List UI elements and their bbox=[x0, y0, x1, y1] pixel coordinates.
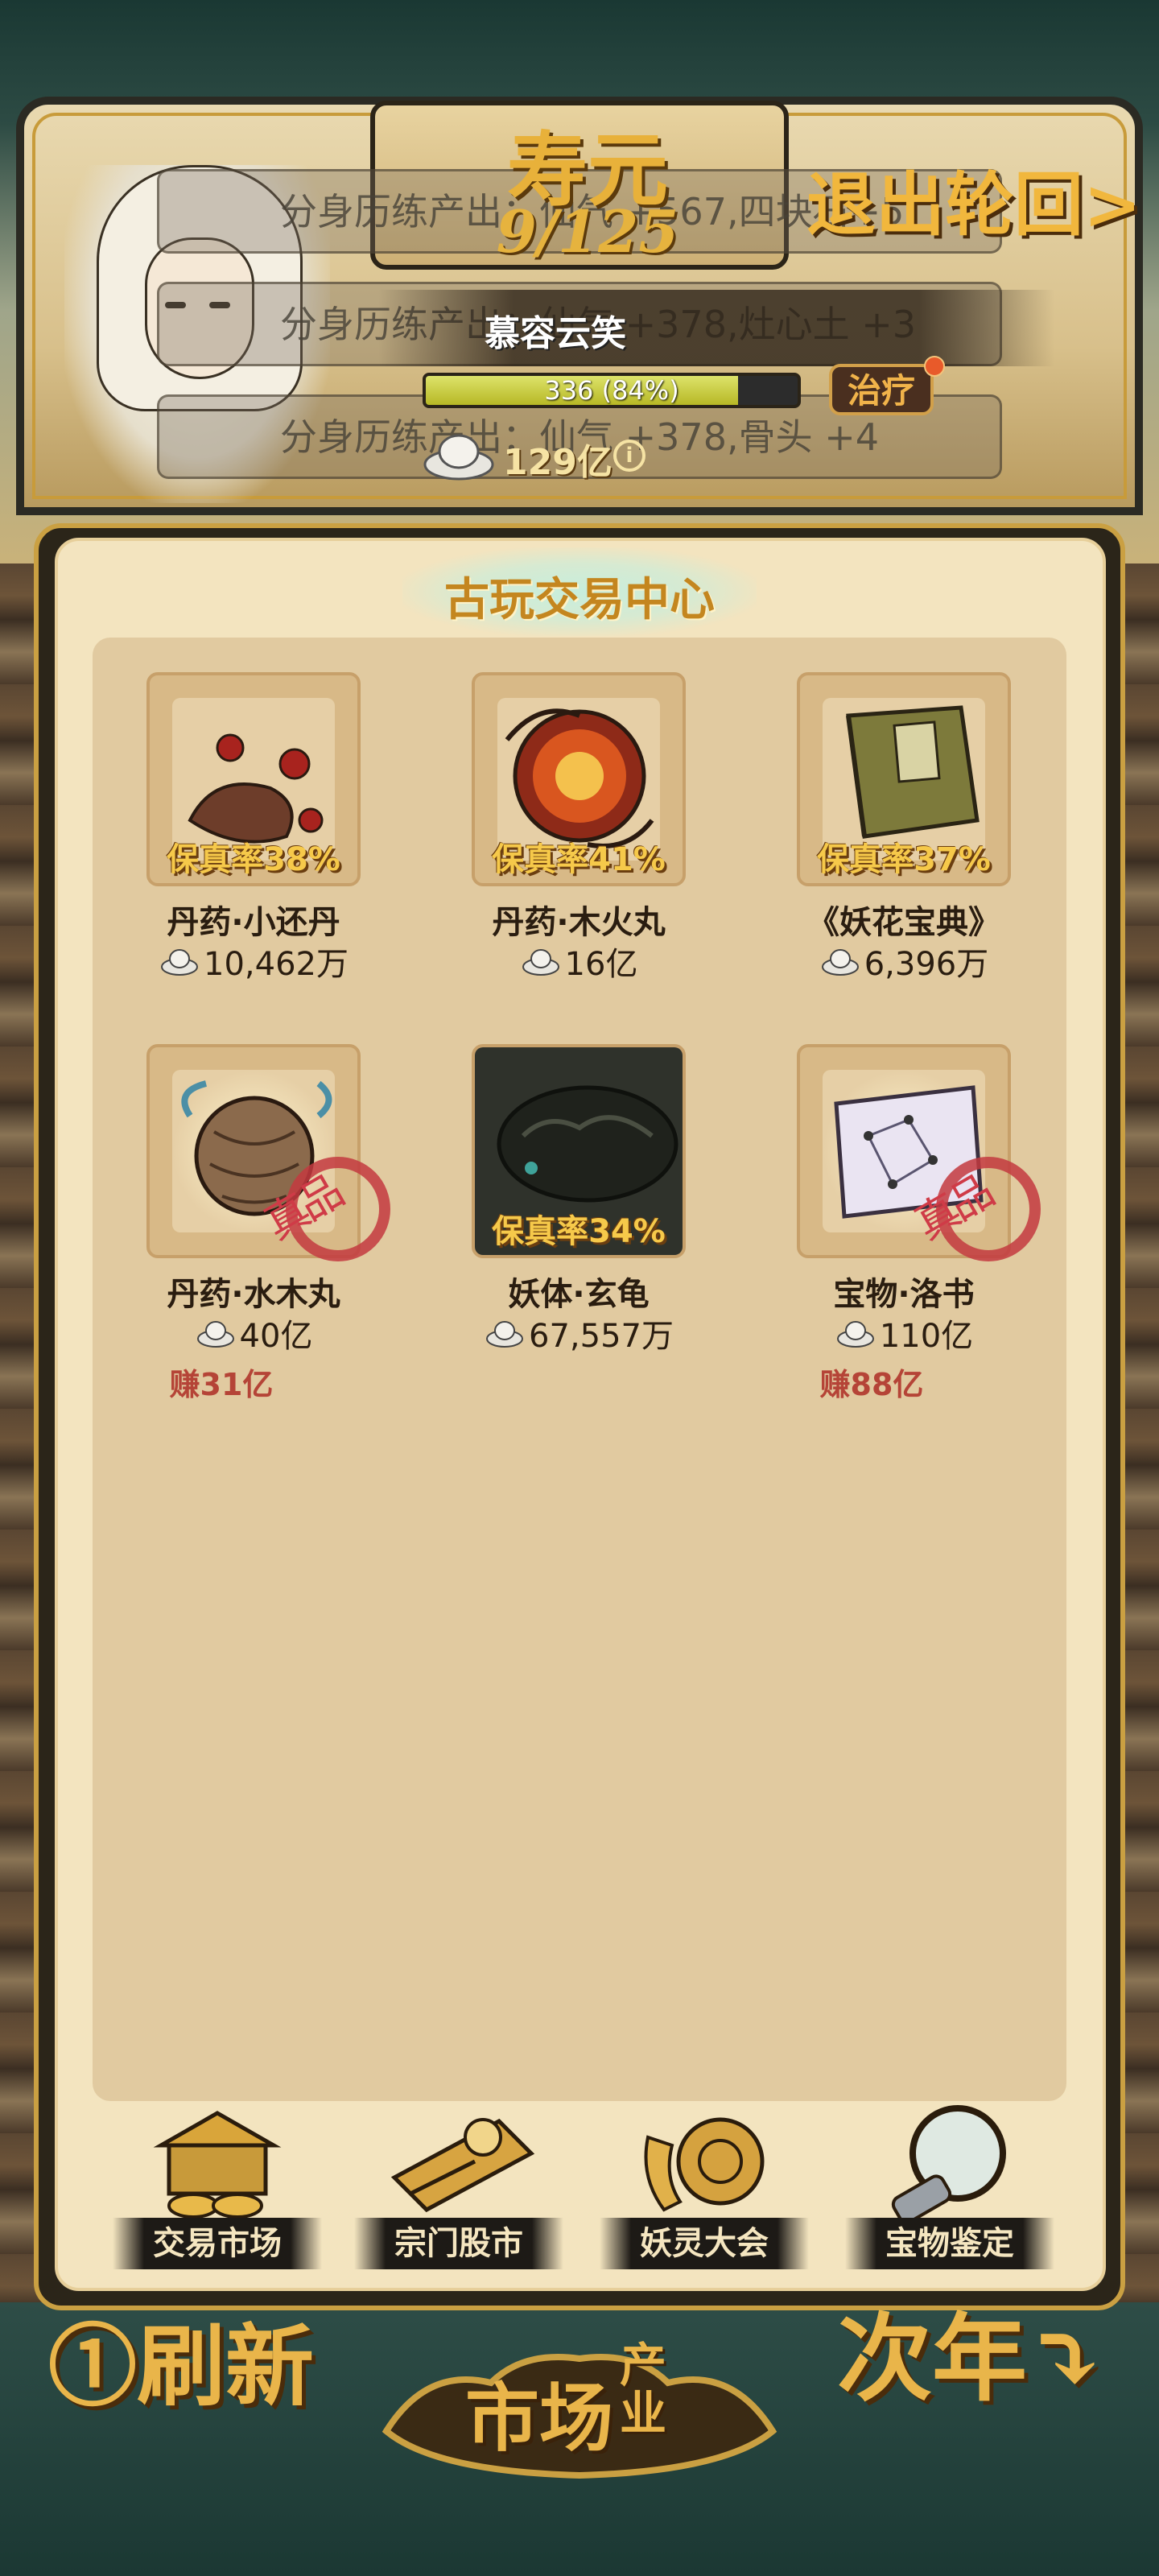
authenticity-rate: 保真率37% bbox=[817, 841, 991, 878]
heal-button[interactable]: 治疗 bbox=[829, 364, 934, 415]
exit-reincarnation-button[interactable]: 退出轮回> bbox=[805, 157, 1143, 254]
silver-ingot-icon bbox=[821, 949, 859, 976]
profit-label: 赚31亿 bbox=[169, 1367, 274, 1402]
authenticity-rate: 保真率41% bbox=[492, 841, 666, 878]
item-name: 妖体·玄龟 bbox=[508, 1276, 650, 1313]
item-name: 丹药·水木丸 bbox=[167, 1276, 340, 1313]
item-price: 40亿 bbox=[239, 1318, 313, 1355]
nav-label: 妖灵大会 bbox=[600, 2218, 809, 2269]
hp-text: 336 (84%) bbox=[544, 375, 679, 406]
item-price-row: 10,462万 bbox=[101, 938, 406, 983]
nav-label: 交易市场 bbox=[113, 2218, 322, 2269]
silver-ingot-icon bbox=[836, 1321, 874, 1348]
silver-ingot-icon bbox=[161, 949, 199, 976]
market-title[interactable]: 市场 bbox=[451, 2359, 628, 2466]
authenticity-rate: 保真率38% bbox=[167, 841, 340, 878]
item-price-row: 6,396万 bbox=[751, 938, 1057, 983]
next-year-button[interactable]: 次年⤵ bbox=[837, 2302, 1127, 2415]
item-price: 10,462万 bbox=[204, 946, 349, 983]
item-price-row: 67,557万 bbox=[426, 1310, 732, 1355]
nav-label: 宗门股市 bbox=[354, 2218, 563, 2269]
notification-dot bbox=[924, 356, 945, 377]
nav-sect-stock[interactable]: 宗门股市 bbox=[354, 2105, 563, 2282]
item-name: 丹药·木火丸 bbox=[492, 904, 666, 941]
item-price-row: 40亿 bbox=[101, 1310, 406, 1355]
item-price: 6,396万 bbox=[864, 946, 989, 983]
item-price: 67,557万 bbox=[529, 1318, 674, 1355]
nav-demon-assembly[interactable]: 妖灵大会 bbox=[600, 2105, 809, 2282]
item-price-row: 110亿 bbox=[751, 1310, 1057, 1355]
item-name: 丹药·小还丹 bbox=[167, 904, 340, 941]
magnifier-icon bbox=[891, 2105, 1006, 2224]
refresh-button[interactable]: ①刷新 bbox=[48, 2310, 338, 2423]
silver-ingot-icon bbox=[196, 1321, 234, 1348]
silver-amount: 129亿 bbox=[503, 442, 612, 483]
silver-ingot-icon bbox=[486, 1321, 524, 1348]
nav-treasure-appraisal[interactable]: 宝物鉴定 bbox=[845, 2105, 1054, 2282]
nav-trade-market[interactable]: 交易市场 bbox=[113, 2105, 322, 2282]
stock-scroll-icon bbox=[390, 2118, 535, 2213]
silver-ingot-icon bbox=[423, 434, 494, 481]
silver-ingot-icon bbox=[522, 949, 559, 976]
authenticity-rate: 保真率34% bbox=[492, 1213, 666, 1250]
gong-icon bbox=[644, 2117, 765, 2212]
item-price-row: 16亿 bbox=[426, 938, 732, 983]
item-price: 110亿 bbox=[879, 1318, 974, 1355]
panel-title: 古玩交易中心 bbox=[444, 574, 715, 626]
nav-label: 宝物鉴定 bbox=[845, 2218, 1054, 2269]
market-stall-icon bbox=[153, 2111, 282, 2219]
item-name: 《妖花宝典》 bbox=[807, 904, 1000, 941]
profit-label: 赚88亿 bbox=[819, 1367, 924, 1402]
market-subtitle: 产业 bbox=[620, 2338, 667, 2441]
item-price: 16亿 bbox=[564, 946, 638, 983]
item-name: 宝物·洛书 bbox=[833, 1276, 975, 1313]
lifespan-value: 9/125 bbox=[496, 197, 679, 266]
character-name: 慕容云笑 bbox=[485, 313, 626, 354]
info-icon[interactable]: i bbox=[613, 440, 645, 472]
